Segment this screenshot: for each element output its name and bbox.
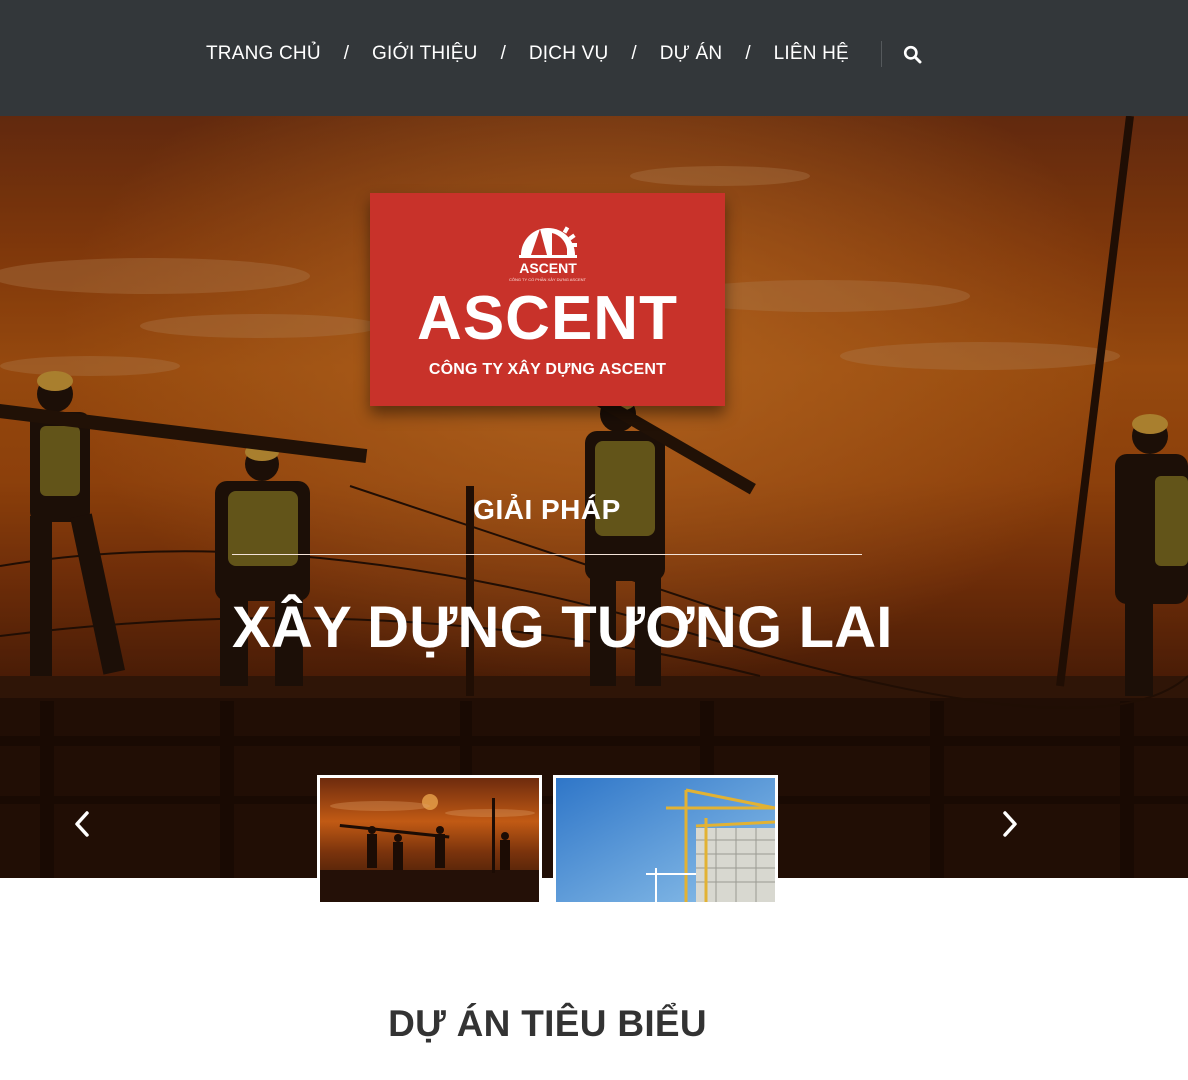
main-nav: TRANG CHỦ / GIỚI THIỆU / DỊCH VỤ / DỰ ÁN…: [206, 40, 923, 68]
nav-separator: /: [343, 43, 350, 64]
chevron-right-icon: [1003, 811, 1017, 837]
sunset-construction-thumbnail-image: [320, 778, 539, 902]
nav-item-projects[interactable]: DỰ ÁN: [660, 43, 723, 65]
slide-divider: [232, 554, 862, 555]
slider-next-button[interactable]: [998, 806, 1022, 842]
search-icon: [904, 45, 922, 63]
logo-mark-tagline: CÔNG TY CỔ PHẦN XÂY DỰNG ASCENT: [509, 277, 586, 282]
hero-slider: ASCENT CÔNG TY CỔ PHẦN XÂY DỰNG ASCENT A…: [0, 116, 1188, 878]
nav-item-services[interactable]: DỊCH VỤ: [529, 43, 609, 65]
nav-separator: /: [631, 43, 637, 64]
chevron-left-icon: [75, 811, 89, 837]
nav-divider: [880, 41, 882, 67]
search-button[interactable]: [903, 43, 923, 65]
nav-item-home[interactable]: TRANG CHỦ: [206, 43, 321, 65]
tower-cranes-thumbnail-image: [556, 778, 775, 902]
slider-prev-button[interactable]: [70, 806, 94, 842]
slider-thumbnail-2[interactable]: [553, 775, 778, 905]
nav-separator: /: [745, 43, 751, 64]
brand-logo-box: ASCENT CÔNG TY CỔ PHẦN XÂY DỰNG ASCENT A…: [370, 193, 725, 406]
brand-name: ASCENT: [417, 284, 678, 353]
logo-mark-text: ASCENT: [519, 260, 577, 276]
brand-subtitle: CÔNG TY XÂY DỰNG ASCENT: [428, 361, 667, 378]
slide-kicker: GIẢI PHÁP: [473, 494, 621, 525]
nav-separator: /: [500, 43, 506, 64]
slider-thumbnail-1[interactable]: [317, 775, 542, 905]
section-title-featured-projects: DỰ ÁN TIÊU BIỂU: [388, 1003, 707, 1044]
nav-item-about[interactable]: GIỚI THIỆU: [372, 43, 478, 65]
ascent-helmet-logo-icon: ASCENT: [519, 226, 577, 276]
slide-title: XÂY DỰNG TƯƠNG LAI: [232, 595, 893, 660]
top-navbar: TRANG CHỦ / GIỚI THIỆU / DỊCH VỤ / DỰ ÁN…: [0, 0, 1188, 116]
nav-item-contact[interactable]: LIÊN HỆ: [774, 43, 849, 65]
